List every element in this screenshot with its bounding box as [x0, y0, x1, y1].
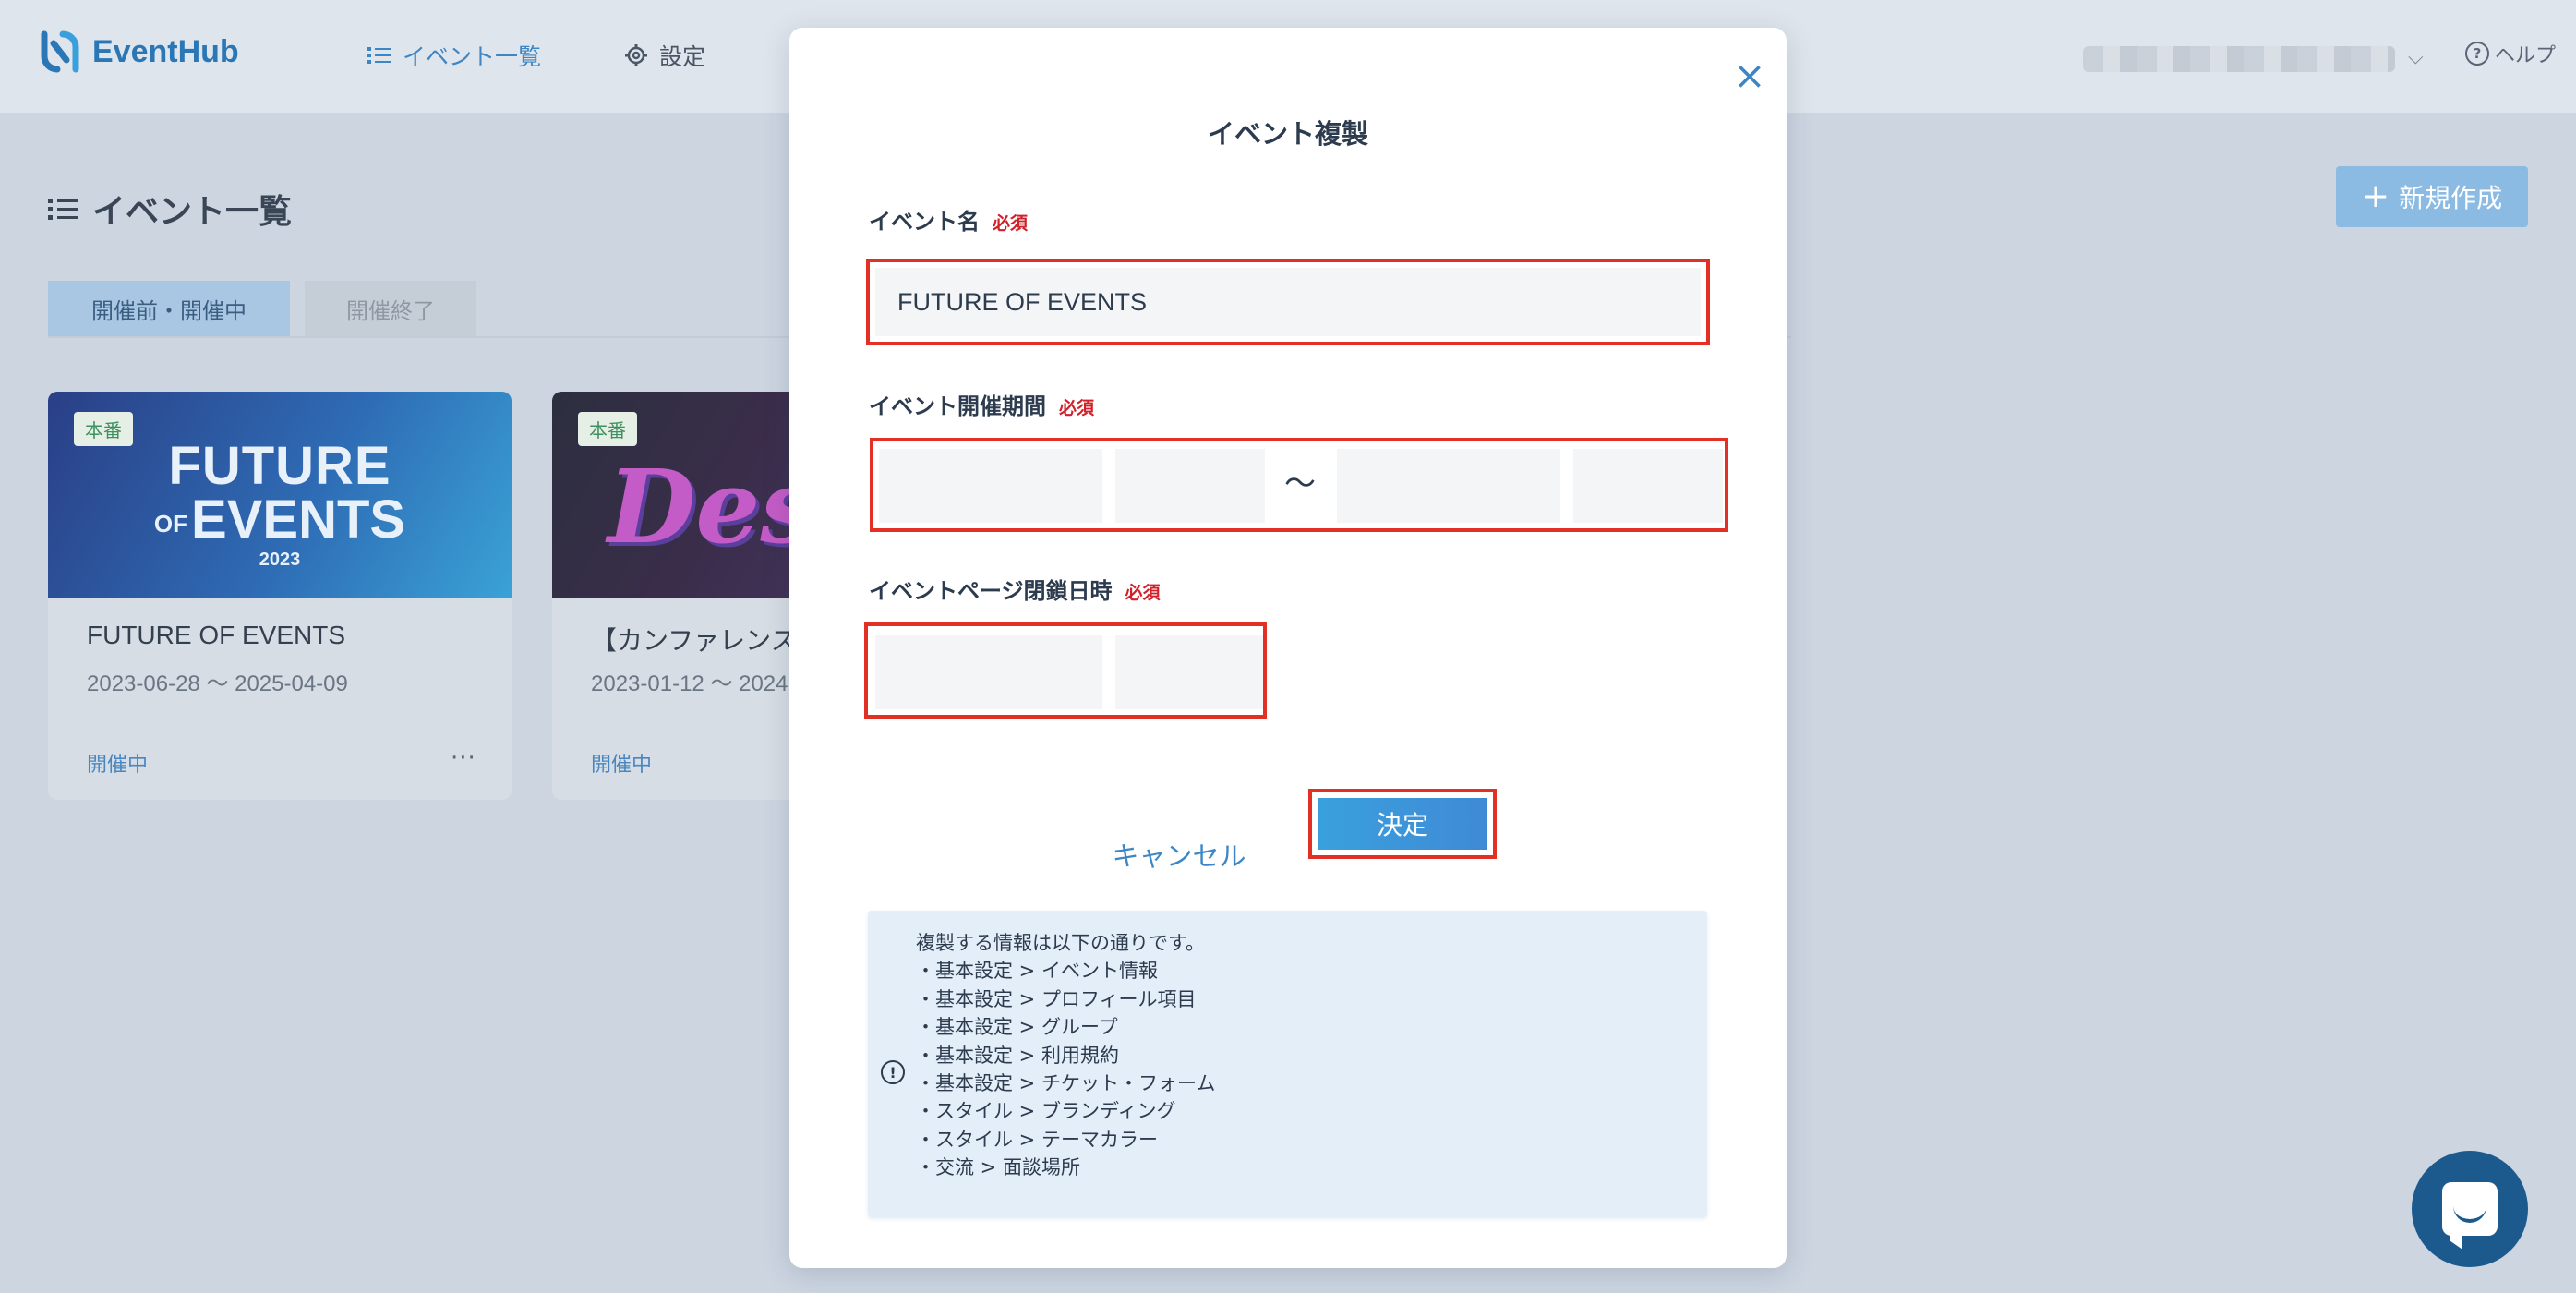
tab-label: 開催前・開催中: [91, 297, 247, 324]
event-card-thumbnail: 本番 FUTURE OFEVENTS 2023: [48, 392, 512, 598]
tab-label: 開催終了: [346, 297, 435, 324]
plus-icon: +: [2361, 177, 2390, 215]
confirm-button[interactable]: 決定: [1318, 798, 1487, 850]
info-line: ・スタイル > ブランディング: [916, 1100, 1176, 1123]
required-badge: 必須: [993, 213, 1029, 234]
page-close-highlight: [864, 622, 1267, 719]
help-label: ヘルプ: [2495, 44, 2557, 67]
gear-icon: [625, 44, 647, 66]
nav-label-events: イベント一覧: [403, 43, 542, 70]
cancel-button[interactable]: キャンセル: [1101, 824, 1257, 885]
page-title-text: イベント一覧: [92, 193, 293, 231]
confirm-button-highlight: 決定: [1308, 789, 1497, 859]
event-card-title: FUTURE OF EVENTS: [87, 621, 346, 649]
end-time-input[interactable]: [1573, 449, 1723, 523]
thumbnail-of: OF: [153, 509, 188, 538]
eventhub-logo-icon: [41, 30, 79, 73]
event-card-dates: 2023-01-12 ～ 2024: [591, 671, 788, 696]
event-name-highlight: [866, 259, 1710, 345]
nav-label-settings: 設定: [659, 43, 706, 70]
end-date-input[interactable]: [1337, 449, 1560, 523]
period-separator: ～: [1284, 465, 1316, 502]
page-close-label: イベントページ閉鎖日時 必須: [869, 573, 1161, 605]
field-label-text: イベント開催期間: [869, 393, 1046, 419]
user-account-menu[interactable]: [2083, 46, 2395, 72]
event-card-title: 【カンファレンス】: [591, 626, 823, 655]
required-badge: 必須: [1125, 583, 1161, 603]
thumbnail-line: OFEVENTS: [48, 493, 512, 547]
new-event-button[interactable]: + 新規作成: [2336, 166, 2528, 227]
event-card-status: 開催中: [87, 754, 149, 777]
exclamation-icon: !: [881, 1060, 905, 1084]
duplicate-info-notice: ! 複製する情報は以下の通りです。 ・基本設定 > イベント情報 ・基本設定 >…: [868, 911, 1707, 1217]
duplicate-event-modal: × イベント複製 イベント名 必須 イベント開催期間 必須 ～ イベントページ閉…: [789, 28, 1787, 1268]
close-icon[interactable]: ×: [1729, 55, 1770, 96]
event-period-label: イベント開催期間 必須: [869, 388, 1094, 420]
event-card-dates: 2023-06-28 ～ 2025-04-09: [87, 671, 348, 696]
page-title: イベント一覧: [48, 185, 292, 233]
event-name-label: イベント名 必須: [869, 203, 1028, 236]
list-icon: [367, 47, 391, 64]
modal-title: イベント複製: [1207, 118, 1368, 150]
tab-upcoming[interactable]: 開催前・開催中: [48, 281, 290, 336]
thumbnail-year: 2023: [259, 550, 301, 570]
new-event-label: 新規作成: [2399, 183, 2503, 213]
info-line: ・交流 > 面談場所: [916, 1156, 1080, 1179]
info-line: ・スタイル > テーマカラー: [916, 1128, 1158, 1151]
nav-item-settings[interactable]: 設定: [624, 35, 705, 76]
help-link[interactable]: ? ヘルプ: [2465, 39, 2556, 68]
info-list: 複製する情報は以下の通りです。 ・基本設定 > イベント情報 ・基本設定 > プ…: [916, 929, 1215, 1182]
thumbnail-artwork: FUTURE OFEVENTS 2023: [48, 436, 512, 570]
status-badge: 本番: [578, 412, 637, 446]
start-date-input[interactable]: [879, 449, 1102, 523]
info-line: ・基本設定 > イベント情報: [916, 960, 1158, 983]
event-card[interactable]: 本番 FUTURE OFEVENTS 2023 FUTURE OF EVENTS…: [48, 392, 512, 800]
info-line: ・基本設定 > プロフィール項目: [916, 987, 1197, 1010]
thumbnail-line2: EVENTS: [191, 489, 406, 550]
event-period-highlight: ～: [870, 438, 1728, 532]
chat-icon: [2442, 1182, 2498, 1236]
more-options-icon[interactable]: ···: [451, 744, 476, 772]
list-icon: [48, 199, 78, 220]
eventhub-logo[interactable]: EventHub: [39, 28, 239, 76]
required-badge: 必須: [1059, 398, 1095, 418]
logo-text: EventHub: [92, 33, 239, 69]
info-line: 複製する情報は以下の通りです。: [916, 932, 1205, 954]
nav-item-events[interactable]: イベント一覧: [367, 35, 541, 76]
tab-finished[interactable]: 開催終了: [305, 281, 476, 336]
thumbnail-line: FUTURE: [168, 436, 391, 496]
field-label-text: イベントページ閉鎖日時: [869, 578, 1113, 604]
help-icon: ?: [2465, 42, 2489, 66]
info-line: ・基本設定 > チケット・フォーム: [916, 1072, 1216, 1095]
close-date-input[interactable]: [875, 635, 1102, 709]
event-name-input[interactable]: [875, 268, 1701, 336]
field-label-text: イベント名: [869, 209, 980, 235]
event-card-status: 開催中: [591, 754, 653, 777]
start-time-input[interactable]: [1115, 449, 1265, 523]
info-line: ・基本設定 > グループ: [916, 1016, 1118, 1039]
info-line: ・基本設定 > 利用規約: [916, 1044, 1119, 1067]
close-time-input[interactable]: [1115, 635, 1263, 709]
chat-support-button[interactable]: [2412, 1151, 2528, 1267]
chevron-down-icon[interactable]: ⌵: [2408, 46, 2424, 69]
